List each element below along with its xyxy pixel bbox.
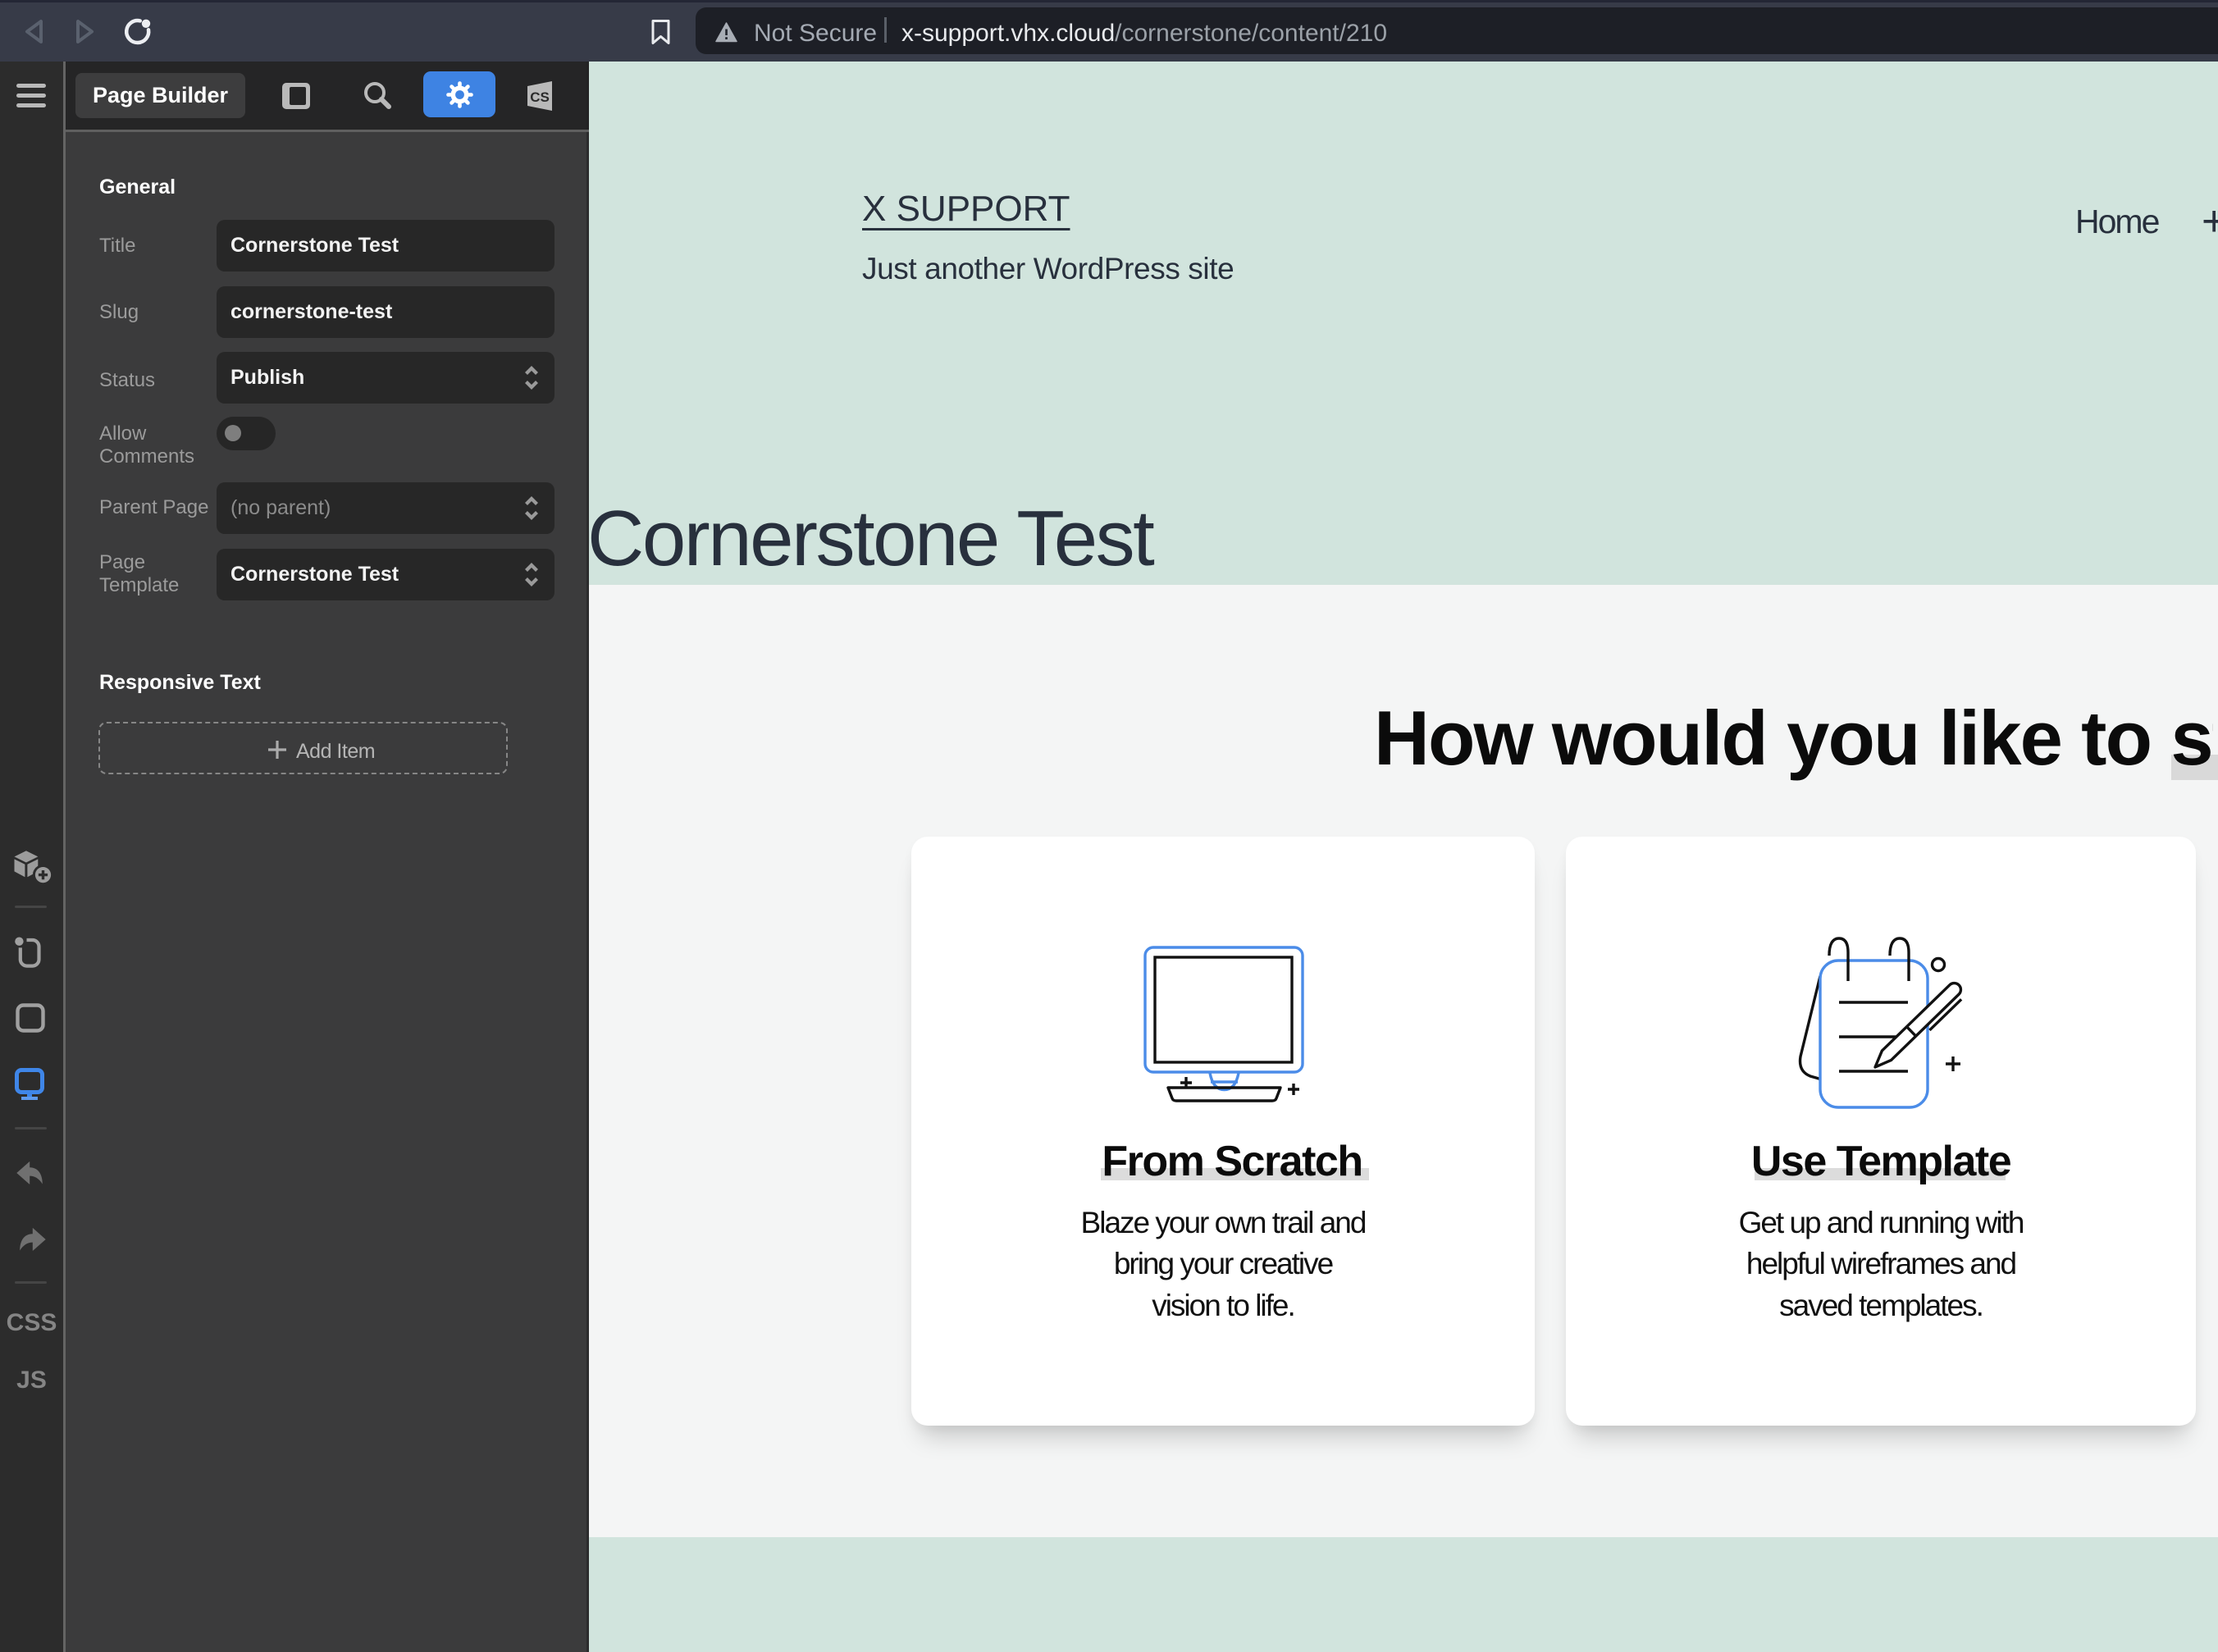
svg-text:CS: CS — [530, 89, 550, 105]
